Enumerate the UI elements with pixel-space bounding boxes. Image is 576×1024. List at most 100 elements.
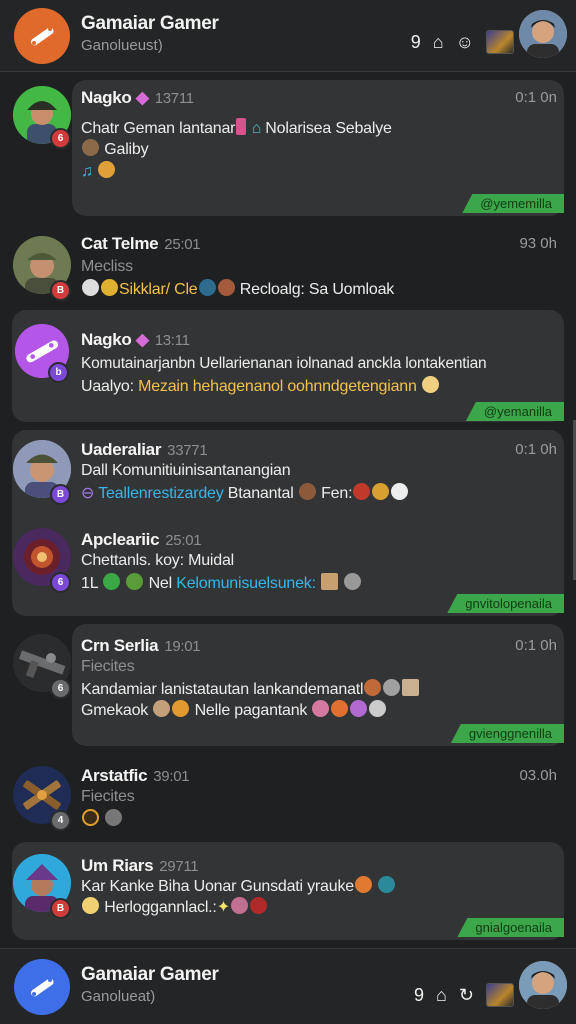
status-badge: 6 (50, 128, 71, 149)
status-badge: B (50, 280, 71, 301)
message-text: 1L Nel Kelomunisuelsunek: (81, 573, 362, 593)
message-time: 03.0h (519, 767, 557, 784)
author-name: Um Riars 29711 (81, 856, 199, 875)
message-text: ⊖ Teallenrestizardey Btanantal Fen: (81, 483, 409, 503)
message-time: 0:1 0n (515, 89, 557, 106)
skull-icon (82, 279, 99, 296)
message-text: Chatr Geman lantanar ⌂ Nolarisea Sebalye (81, 118, 392, 137)
message-time: 93 0h (519, 235, 557, 252)
snowflake-icon (383, 679, 401, 696)
message-subtitle: Fiecites (81, 658, 135, 675)
box-icon (321, 573, 339, 590)
message-text: Chettanls. koy: Muidal (81, 552, 235, 569)
author-name: Nagko ◆ 13:11 (81, 330, 190, 349)
home-icon: ⌂ (251, 120, 262, 137)
wrench-icon (31, 27, 54, 46)
character-icon (217, 279, 235, 296)
bottom-app-bar: Gamaiar Gamer Ganolueat) 9 ⌂ ↻ (0, 948, 576, 1024)
app-subtitle: Ganolueust) (81, 37, 163, 54)
burger-icon (98, 161, 116, 178)
mask-icon (353, 483, 371, 500)
message-text: Kar Kanke Biha Uonar Gunsdati yrauke (81, 876, 396, 896)
smile-icon (421, 376, 439, 393)
link-icon: ⊖ (81, 485, 95, 502)
gem-icon: ◆ (135, 330, 149, 349)
author-name: Crn Serlia 19:01 (81, 636, 201, 655)
author-name: Apcleariic 25:01 (81, 530, 202, 549)
gear-icon (369, 700, 387, 717)
author-name: Cat Telme 25:01 (81, 234, 201, 253)
rocket-icon (331, 700, 349, 717)
header-actions: 9 ⌂ ☺ (411, 30, 514, 54)
user-tag[interactable]: gvienggnenilla (450, 724, 564, 743)
user-tag[interactable]: gnialgoenaila (457, 918, 564, 937)
message-text: Gmekaok Nelle pagantank (81, 700, 387, 720)
face-icon (126, 573, 144, 590)
message-text: Uaalyo: Mezain hehagenanol oohnndgetengi… (81, 376, 440, 396)
location-icon[interactable]: 9 (414, 985, 424, 1005)
ring-icon (82, 809, 99, 826)
message-text: Sikklar/ Cle Recloalg: Sa Uomloak (81, 279, 394, 299)
message-time: 0:1 0h (515, 441, 557, 458)
home-icon[interactable]: ⌂ (436, 985, 447, 1005)
robot-icon (344, 573, 362, 590)
app-title: Gamaiar Gamer (81, 964, 219, 985)
game-thumbnail[interactable] (486, 983, 514, 1007)
character-icon (298, 483, 316, 500)
reaction-row (81, 809, 123, 829)
reaction-row: ♫ (81, 161, 116, 181)
badge-icon (378, 876, 396, 893)
top-app-bar: Gamaiar Gamer Ganolueust) 9 ⌂ ☺ (0, 0, 576, 72)
status-badge: 6 (50, 678, 71, 699)
dog-icon (153, 700, 171, 717)
location-icon[interactable]: 9 (411, 32, 421, 52)
app-logo[interactable] (14, 959, 70, 1015)
home-icon[interactable]: ⌂ (433, 32, 444, 52)
app-title: Gamaiar Gamer (81, 13, 219, 34)
message-subtitle: Fiecites (81, 788, 135, 805)
sparkle-icon: ✦ (216, 899, 230, 916)
music-icon: ♫ (81, 163, 93, 180)
author-name: Nagko ◆ 13711 (81, 88, 194, 107)
author-name: Arstatfic 39:01 (81, 766, 190, 785)
message-text: Kandamiar lanistatautan lankandemanatl (81, 679, 420, 699)
robot-icon (105, 809, 123, 826)
status-badge: 6 (50, 572, 71, 593)
wrench-icon (31, 978, 54, 997)
pig-icon (230, 897, 248, 914)
user-avatar[interactable] (519, 961, 567, 1009)
user-avatar[interactable] (519, 10, 567, 58)
status-badge: 4 (50, 810, 71, 831)
gem-icon: ◆ (135, 88, 149, 107)
user-tag[interactable]: @yemanilla (465, 402, 564, 421)
game-thumbnail[interactable] (486, 30, 514, 54)
emoji-icon[interactable]: ☺ (456, 32, 474, 52)
author-name: Uaderaliar 33771 (81, 440, 208, 459)
face-icon (172, 700, 190, 717)
message-time: 0:1 0h (515, 637, 557, 654)
user-tag[interactable]: @yememilla (462, 194, 564, 213)
coin-icon (101, 279, 118, 296)
status-badge: B (50, 484, 71, 505)
app-subtitle: Ganolueat) (81, 988, 156, 1005)
trophy-icon (372, 483, 390, 500)
footer-actions: 9 ⌂ ↻ (414, 983, 514, 1007)
flower-icon (350, 700, 368, 717)
status-badge: B (50, 898, 71, 919)
message-text: Komutainarjanbn Uellarienanan iolnanad a… (81, 355, 487, 372)
smile-icon (82, 897, 99, 914)
user-tag[interactable]: gnvitolopenaila (447, 594, 564, 613)
message-subtitle: Mecliss (81, 258, 133, 275)
status-badge: b (48, 362, 69, 383)
alien-icon (103, 573, 121, 590)
app-logo[interactable] (14, 8, 70, 64)
pen-icon (236, 118, 247, 135)
flower-icon (249, 897, 267, 914)
message-text: Galiby (81, 139, 149, 159)
refresh-icon[interactable]: ↻ (459, 985, 474, 1005)
message-text: Dall Komunitiuinisantanangian (81, 462, 291, 479)
globe-icon (198, 279, 216, 296)
message-text: Herloggannlacl.:✦ (81, 897, 268, 917)
character-icon (82, 139, 99, 156)
bear-icon (364, 679, 382, 696)
